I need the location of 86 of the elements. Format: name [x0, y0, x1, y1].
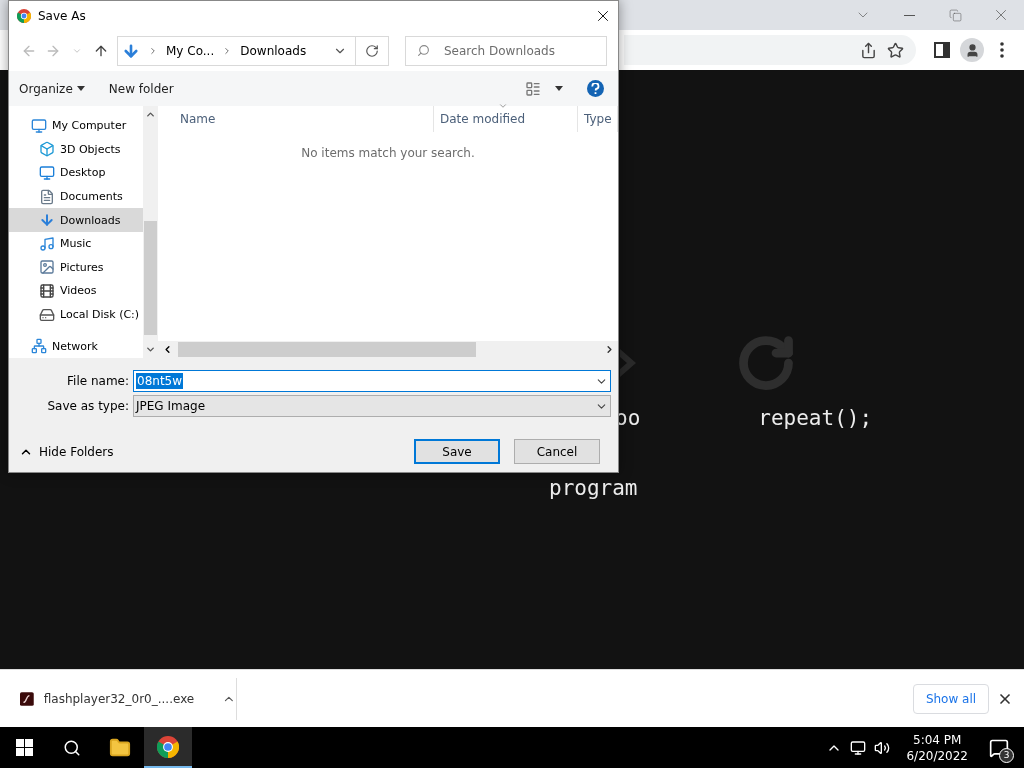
new-folder-button[interactable]: New folder [108, 81, 174, 96]
list-view-icon [525, 80, 541, 97]
save-type-dropdown[interactable]: JPEG Image [133, 395, 611, 417]
network-icon [31, 338, 47, 355]
column-header[interactable]: Type [578, 106, 618, 132]
column-header[interactable]: Name [158, 106, 434, 132]
download-icon [39, 212, 55, 229]
chevron-icon [620, 349, 636, 377]
menu-icon [1000, 42, 1004, 58]
repeat-icon [736, 333, 796, 393]
cube-icon [39, 141, 55, 158]
help-button[interactable] [587, 80, 604, 97]
folder-tree-item[interactable]: My Computer [9, 114, 143, 138]
dialog-title: Save As [38, 9, 86, 23]
folder-tree-item[interactable]: Music [9, 231, 143, 256]
question-mark-icon [591, 82, 600, 95]
vertical-scrollbar[interactable] [143, 106, 158, 358]
arrow-right-icon [45, 43, 61, 59]
scroll-down-icon[interactable] [145, 344, 156, 355]
view-options-button[interactable] [525, 80, 563, 97]
folder-tree-item[interactable]: 3D Objects [9, 137, 143, 162]
dialog-button[interactable]: Cancel [514, 439, 600, 464]
folder-icon [109, 736, 131, 759]
drive-icon [39, 306, 55, 323]
computer-icon [31, 117, 47, 134]
chevron-down-icon [72, 46, 82, 56]
folder-tree-item[interactable]: Desktop [9, 161, 143, 185]
hide-folders-button[interactable]: Hide Folders [19, 444, 114, 459]
folder-tree-item[interactable]: Pictures [9, 255, 143, 280]
folder-tree-item[interactable]: Videos [9, 279, 143, 303]
date-text: 6/20/2022 [906, 747, 968, 764]
time-text: 5:04 PM [913, 731, 962, 748]
notification-count: 3 [999, 747, 1014, 763]
empty-message: No items match your search. [301, 146, 475, 160]
network-icon[interactable] [850, 739, 867, 756]
document-icon [39, 188, 55, 205]
file-name-label: File name: [66, 374, 130, 388]
folder-tree-item[interactable]: Downloads [9, 208, 143, 232]
clock[interactable]: 5:04 PM 6/20/2022 [906, 731, 968, 764]
horizontal-scrollbar[interactable] [158, 341, 618, 358]
star-icon[interactable] [887, 41, 904, 59]
scroll-thumb[interactable] [178, 342, 476, 357]
notification-button[interactable]: 3 [984, 732, 1014, 763]
code-text: program [549, 476, 638, 500]
column-header[interactable]: Date modified [434, 106, 578, 132]
scroll-right-icon[interactable] [604, 344, 615, 355]
file-name-field[interactable]: 08nt5w [133, 370, 611, 392]
scroll-thumb[interactable] [144, 221, 157, 335]
folder-tree-item[interactable]: Network [9, 334, 143, 358]
search-icon [63, 738, 81, 757]
search-field[interactable]: Search Downloads [405, 36, 607, 66]
download-file-name[interactable]: flashplayer32_0r0_....exe [43, 691, 195, 706]
folder-tree-item[interactable]: Local Disk (C:) [9, 302, 143, 327]
chrome-taskbar-button[interactable] [144, 727, 192, 768]
chrome-icon [17, 9, 31, 23]
save-type-label: Save as type: [46, 399, 130, 413]
person-icon [964, 42, 980, 58]
breadcrumb-item[interactable]: My Co... [166, 44, 215, 58]
message-icon [989, 737, 1009, 758]
refresh-icon [365, 44, 379, 58]
windows-icon [15, 739, 33, 756]
scroll-up-icon[interactable] [145, 109, 156, 120]
sort-icon [498, 101, 508, 111]
show-all-button[interactable]: Show all [913, 683, 989, 714]
profile-button[interactable] [960, 38, 984, 62]
film-icon [39, 282, 55, 299]
volume-icon[interactable] [874, 739, 891, 756]
dialog-button[interactable]: Save [414, 439, 500, 464]
flash-file-icon [20, 690, 34, 707]
address-field[interactable]: My Co... Downloads [117, 36, 389, 66]
share-icon[interactable] [860, 41, 877, 59]
code-text: repeat(); [758, 406, 873, 430]
organize-menu[interactable]: Organize [19, 81, 85, 96]
minimize-icon [903, 14, 915, 16]
folder-tree-item[interactable]: Documents [9, 184, 143, 209]
restore-icon [948, 8, 962, 22]
chrome-icon [157, 735, 179, 758]
music-icon [39, 235, 55, 252]
search-icon [417, 44, 430, 57]
desktop-icon [39, 165, 55, 181]
caret-icon [555, 86, 563, 91]
caret-icon [76, 86, 85, 91]
separator-icon [148, 46, 158, 56]
download-icon [122, 42, 140, 60]
breadcrumb-item[interactable]: Downloads [240, 44, 307, 58]
picture-icon [39, 259, 55, 276]
